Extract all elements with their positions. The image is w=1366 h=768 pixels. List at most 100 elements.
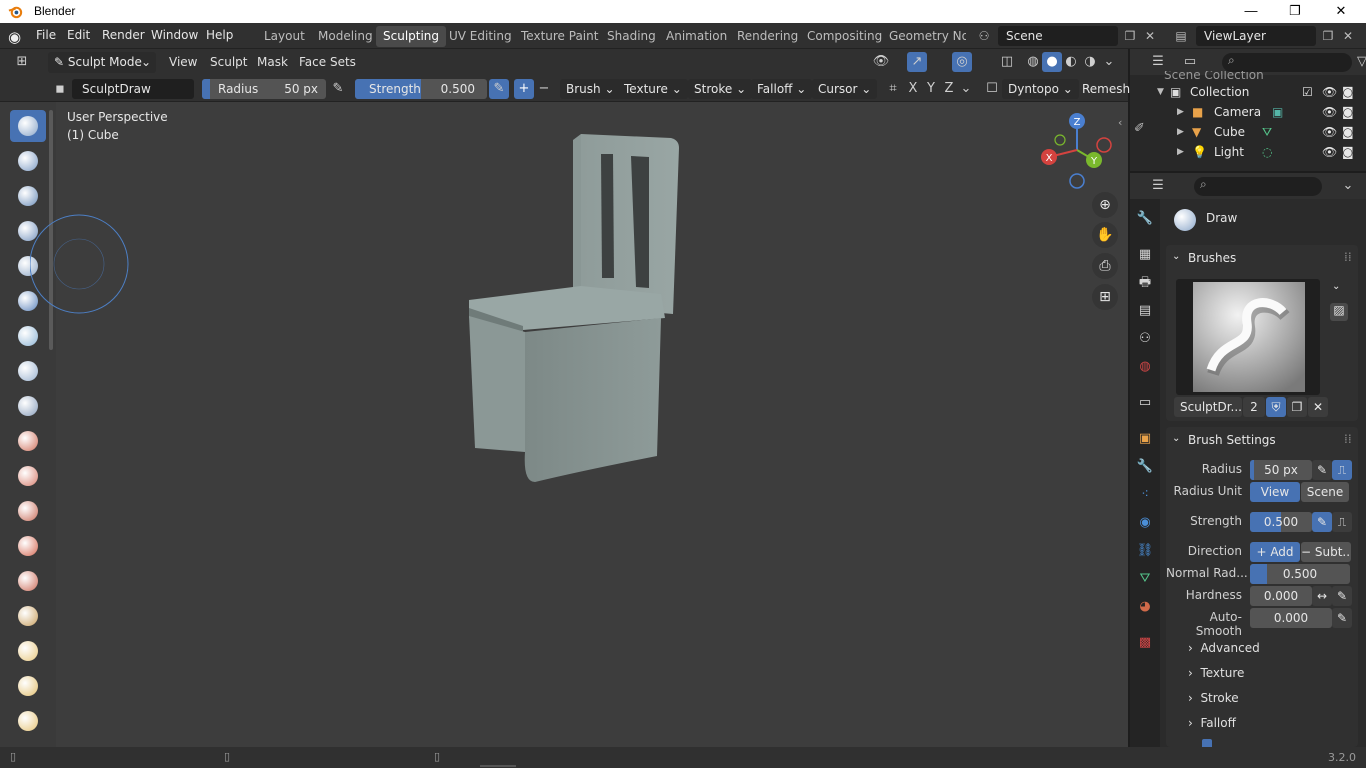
image-icon[interactable]: ▨ (1330, 303, 1348, 321)
direction-add-button[interactable]: + Add (1250, 542, 1300, 562)
render-camera-icon[interactable]: ◙ (1342, 102, 1354, 122)
brush-dropdown[interactable]: Brush ⌄ (560, 79, 621, 99)
tool-inflate[interactable] (10, 320, 46, 352)
render-camera-icon[interactable]: ◙ (1342, 142, 1354, 162)
scene-icon[interactable]: ⚇ (975, 27, 993, 45)
strength-prop-field[interactable]: 0.500 (1250, 512, 1312, 532)
visibility-icon[interactable]: 👁 (871, 52, 891, 72)
fake-user-shield-icon[interactable]: ⛨ (1266, 397, 1286, 417)
shading-options-icon[interactable]: ⌄ (1099, 52, 1119, 72)
subtract-direction-button[interactable]: − (534, 79, 554, 99)
material-shading-icon[interactable]: ◐ (1061, 52, 1081, 72)
pen-pressure-icon[interactable]: ✎ (328, 79, 348, 99)
material-tab-icon[interactable]: ◕ (1135, 597, 1155, 617)
zoom-icon[interactable]: ⊕ (1092, 192, 1118, 218)
exclude-checkbox-icon[interactable]: ☑ (1302, 82, 1313, 102)
tab-uv-editing[interactable]: UV Editing (442, 26, 519, 47)
radius-slider[interactable]: Radius 50 px (202, 79, 326, 99)
overlay-toggle-icon[interactable]: ◎ (952, 52, 972, 72)
autosmooth-pressure-icon[interactable]: ✎ (1332, 608, 1352, 628)
eye-icon[interactable]: 👁 (1322, 82, 1337, 102)
dyntopo-checkbox[interactable]: ☐ (982, 79, 1002, 99)
autosmooth-field[interactable]: 0.000 (1250, 608, 1332, 628)
hardness-invert-icon[interactable]: ↔ (1312, 586, 1332, 606)
expand-chevron-icon[interactable]: ▶ (1177, 142, 1184, 162)
wireframe-shading-icon[interactable]: ◍ (1023, 52, 1043, 72)
rendered-shading-icon[interactable]: ◑ (1080, 52, 1100, 72)
tool-blob[interactable] (10, 355, 46, 387)
sidebar-toggle-icon[interactable]: ‹ (1118, 116, 1122, 129)
light-data-icon[interactable]: ◌ (1262, 142, 1272, 162)
tool-scrape[interactable] (10, 530, 46, 562)
tab-rendering[interactable]: Rendering (730, 26, 805, 47)
drag-handle-icon[interactable]: ⁞⁞ (1344, 432, 1352, 446)
eye-icon[interactable]: 👁 (1322, 102, 1337, 122)
normal-radius-field[interactable]: 0.500 (1250, 564, 1350, 584)
tool-flatten[interactable] (10, 460, 46, 492)
radius-unit-scene-button[interactable]: Scene (1301, 482, 1349, 502)
brush-users-count[interactable]: 2 (1243, 397, 1265, 417)
outliner-item-cube[interactable]: ▶ ▼ Cube ⛛ 👁 ◙ (1130, 122, 1366, 142)
radius-pin-icon[interactable]: ⎍ (1332, 460, 1352, 480)
stroke-dropdown[interactable]: Stroke ⌄ (688, 79, 753, 99)
scene-field[interactable]: Scene (998, 26, 1118, 46)
menu-render[interactable]: Render (102, 28, 145, 42)
symmetry-y-toggle[interactable]: Y (921, 79, 941, 99)
view-layer-field[interactable]: ViewLayer (1196, 26, 1316, 46)
cursor-checkbox-partial[interactable] (1202, 739, 1212, 747)
tool-pinch[interactable] (10, 600, 46, 632)
direction-subtract-button[interactable]: − Subt... (1301, 542, 1351, 562)
eye-icon[interactable]: 👁 (1322, 122, 1337, 142)
tab-sculpting[interactable]: Sculpting (376, 26, 447, 47)
editor-type-icon[interactable]: ⊞ (12, 52, 32, 72)
radius-pressure-icon[interactable]: ✎ (1312, 460, 1332, 480)
outliner-item-camera[interactable]: ▶ ■ Camera ▣ 👁 ◙ (1130, 102, 1366, 122)
status-resize-handle[interactable] (480, 765, 516, 767)
radius-unit-view-button[interactable]: View (1250, 482, 1300, 502)
expand-chevron-icon[interactable]: ▶ (1177, 122, 1184, 142)
modifier-tab-icon[interactable]: 🔧 (1135, 457, 1155, 477)
outliner-search-input[interactable]: ⌕ (1222, 53, 1352, 72)
xray-icon[interactable]: ◫ (997, 52, 1017, 72)
eye-icon[interactable]: 👁 (1322, 142, 1337, 162)
dyntopo-dropdown[interactable]: Dyntopo ⌄ (1002, 79, 1079, 99)
drag-handle-icon[interactable]: ⁞⁞ (1344, 250, 1352, 264)
duplicate-brush-icon[interactable]: ❐ (1287, 397, 1307, 417)
tab-layout[interactable]: Layout (257, 26, 312, 47)
navigation-gizmo[interactable]: Z Y X (1036, 110, 1118, 192)
collection-tab-icon[interactable]: ▭ (1135, 393, 1155, 413)
eyedropper-icon[interactable]: ✐ (1134, 121, 1145, 136)
tool-tab-icon[interactable]: 🔧 (1135, 209, 1155, 229)
outliner-item-light[interactable]: ▶ 💡 Light ◌ 👁 ◙ (1130, 142, 1366, 162)
3d-viewport[interactable]: User Perspective (1) Cube Z Y X ⊕ ✋ ⎙ ⊞ … (0, 102, 1128, 747)
tool-crease[interactable] (10, 390, 46, 422)
scene-collection-row[interactable]: Scene Collection (1130, 71, 1366, 81)
brush-preview[interactable] (1176, 279, 1320, 395)
menu-edit[interactable]: Edit (67, 28, 90, 42)
camera-data-icon[interactable]: ▣ (1272, 102, 1283, 122)
menu-file[interactable]: File (36, 28, 56, 42)
subpanel-texture[interactable]: › Texture (1188, 666, 1244, 680)
tab-modeling[interactable]: Modeling (311, 26, 380, 47)
new-view-layer-icon[interactable]: ❐ (1319, 27, 1337, 45)
view-layer-icon[interactable]: ▤ (1172, 27, 1190, 45)
hardness-field[interactable]: 0.000 (1250, 586, 1312, 606)
unlink-brush-icon[interactable]: ✕ (1308, 397, 1328, 417)
tool-smooth[interactable] (10, 425, 46, 457)
outliner-editor-icon[interactable]: ☰ (1148, 52, 1168, 72)
scene-tab-icon[interactable]: ⚇ (1135, 329, 1155, 349)
brush-datablock-field[interactable]: SculptDr... (1174, 397, 1242, 417)
symmetry-options-icon[interactable]: ⌄ (956, 79, 976, 99)
gizmo-toggle-icon[interactable]: ↗ (907, 52, 927, 72)
expand-chevron-icon[interactable]: ▶ (1177, 102, 1184, 122)
blender-menu-icon[interactable]: ◉ (8, 28, 26, 46)
subpanel-advanced[interactable]: › Advanced (1188, 641, 1260, 655)
tool-fill[interactable] (10, 495, 46, 527)
render-camera-icon[interactable]: ◙ (1342, 122, 1354, 142)
symmetry-x-toggle[interactable]: X (903, 79, 923, 99)
object-tab-icon[interactable]: ▣ (1135, 429, 1155, 449)
strength-slider[interactable]: Strength 0.500 (355, 79, 487, 99)
render-camera-icon[interactable]: ◙ (1342, 82, 1354, 102)
display-mode-icon[interactable]: ▭ (1180, 52, 1200, 72)
pan-hand-icon[interactable]: ✋ (1092, 222, 1118, 248)
